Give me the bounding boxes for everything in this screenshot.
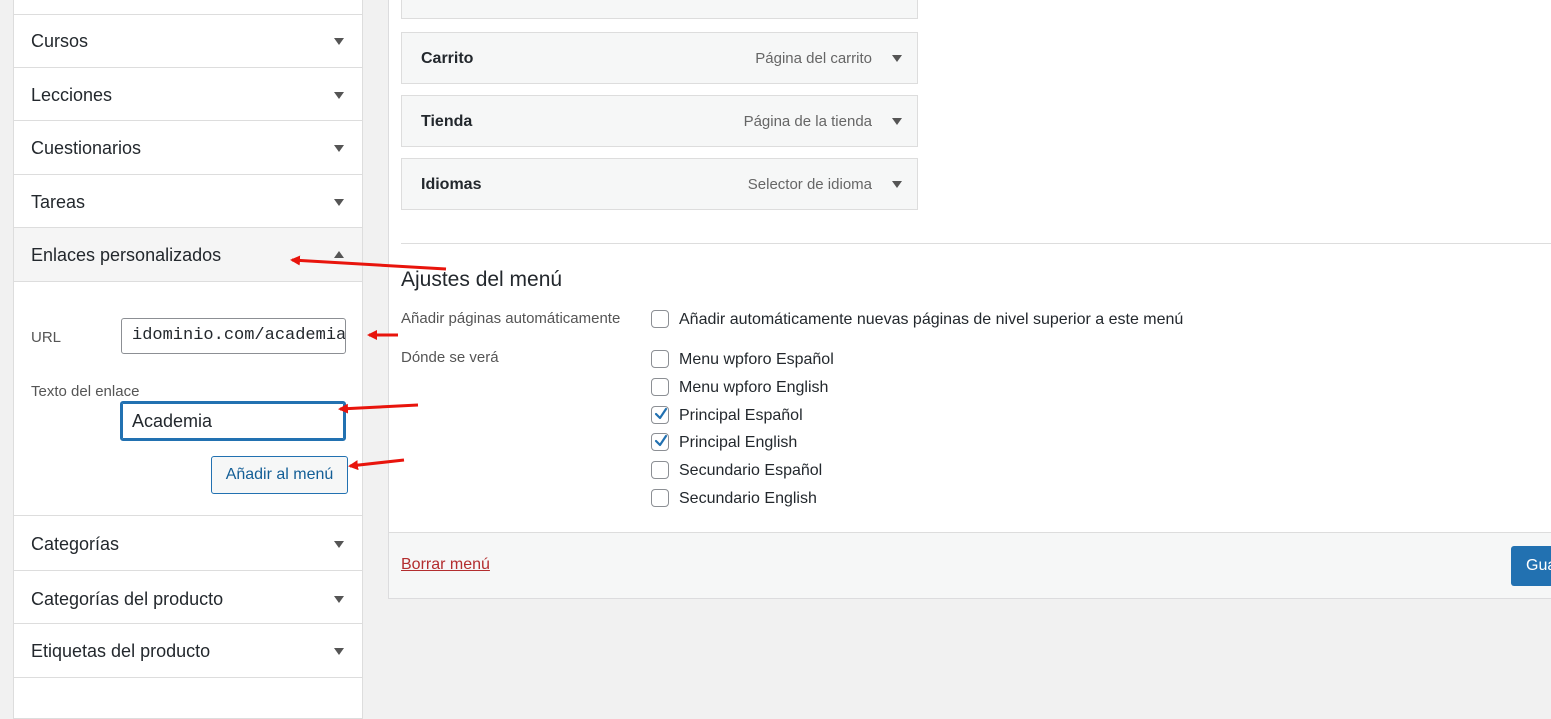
menu-structure-panel: Carrito Página del carrito Tienda Página… xyxy=(388,0,1551,599)
menu-footer: Borrar menú Gua xyxy=(389,532,1551,598)
link-text-input[interactable]: Academia xyxy=(120,401,346,441)
sidebar-item-lecciones[interactable]: Lecciones xyxy=(14,68,362,121)
chevron-down-icon xyxy=(334,648,344,655)
auto-add-checkbox[interactable] xyxy=(651,310,669,328)
sidebar-item-label: Etiquetas del producto xyxy=(31,641,211,661)
custom-links-panel: URL idominio.com/academia Texto del enla… xyxy=(14,282,362,516)
display-location-option-label: Secundario Español xyxy=(679,462,823,479)
link-text-label: Texto del enlace xyxy=(31,383,140,400)
display-location-checkbox[interactable] xyxy=(651,461,669,479)
sidebar-item-next[interactable] xyxy=(14,678,362,718)
chevron-down-icon xyxy=(892,181,902,188)
menu-items-sidebar: Cursos Lecciones Cuestionarios Tareas En… xyxy=(13,0,363,719)
chevron-up-icon xyxy=(334,251,344,258)
sidebar-item-label: Enlaces personalizados xyxy=(31,245,222,265)
sidebar-item-cursos[interactable]: Cursos xyxy=(14,15,362,68)
display-location-checkbox[interactable] xyxy=(651,489,669,507)
sidebar-item-label: Lecciones xyxy=(31,85,113,105)
display-location-option-label: Principal Español xyxy=(679,407,803,424)
sidebar-item-categorias[interactable]: Categorías xyxy=(14,516,362,571)
sidebar-item-tareas[interactable]: Tareas xyxy=(14,175,362,228)
display-location-checkbox[interactable] xyxy=(651,406,669,424)
sidebar-item-label: Categorías xyxy=(31,534,120,554)
delete-menu-link[interactable]: Borrar menú xyxy=(401,556,490,574)
location-row-carrito[interactable]: Carrito Página del carrito xyxy=(401,32,918,84)
chevron-down-icon xyxy=(892,118,902,125)
sidebar-item-label: Categorías del producto xyxy=(31,589,224,609)
location-desc: Selector de idioma xyxy=(747,176,872,193)
display-location-checkbox[interactable] xyxy=(651,378,669,396)
location-name: Carrito xyxy=(421,50,474,67)
location-name: Tienda xyxy=(421,113,473,130)
location-desc: Página de la tienda xyxy=(743,113,872,130)
display-location-option-label: Principal English xyxy=(679,434,798,451)
add-to-menu-button[interactable]: Añadir al menú xyxy=(211,456,348,494)
checkmark-icon xyxy=(654,434,668,447)
sidebar-item-label: Cuestionarios xyxy=(31,138,142,158)
display-location-label: Dónde se verá xyxy=(401,349,499,366)
sidebar-item-categorias-producto[interactable]: Categorías del producto xyxy=(14,571,362,624)
sidebar-item-top-cut[interactable] xyxy=(14,0,362,15)
sidebar-item-enlaces-personalizados[interactable]: Enlaces personalizados xyxy=(14,228,362,282)
save-menu-button[interactable]: Gua xyxy=(1511,546,1551,586)
url-input[interactable]: idominio.com/academia xyxy=(121,318,346,354)
sidebar-item-cuestionarios[interactable]: Cuestionarios xyxy=(14,121,362,175)
menu-settings-title: Ajustes del menú xyxy=(401,268,563,291)
chevron-down-icon xyxy=(334,541,344,548)
chevron-down-icon xyxy=(334,92,344,99)
chevron-down-icon xyxy=(892,55,902,62)
location-desc: Página del carrito xyxy=(755,50,872,67)
location-row-idiomas[interactable]: Idiomas Selector de idioma xyxy=(401,158,918,210)
display-location-checkbox[interactable] xyxy=(651,433,669,451)
chevron-down-icon xyxy=(334,145,344,152)
location-row-tienda[interactable]: Tienda Página de la tienda xyxy=(401,95,918,147)
auto-add-option-label: Añadir automáticamente nuevas páginas de… xyxy=(679,311,1184,328)
divider xyxy=(401,243,1551,244)
sidebar-item-label: Tareas xyxy=(31,192,86,212)
display-location-option-label: Menu wpforo Español xyxy=(679,351,834,368)
chevron-down-icon xyxy=(334,199,344,206)
chevron-down-icon xyxy=(334,38,344,45)
location-row-partial[interactable] xyxy=(401,0,918,19)
auto-add-label: Añadir páginas automáticamente xyxy=(401,310,621,327)
display-location-checkbox[interactable] xyxy=(651,350,669,368)
sidebar-item-label: Cursos xyxy=(31,31,89,51)
checkmark-icon xyxy=(654,407,668,420)
display-location-option-label: Menu wpforo English xyxy=(679,379,829,396)
location-name: Idiomas xyxy=(421,176,482,193)
sidebar-item-etiquetas-producto[interactable]: Etiquetas del producto xyxy=(14,624,362,678)
chevron-down-icon xyxy=(334,596,344,603)
display-location-option-label: Secundario English xyxy=(679,490,817,507)
url-label: URL xyxy=(31,329,62,346)
